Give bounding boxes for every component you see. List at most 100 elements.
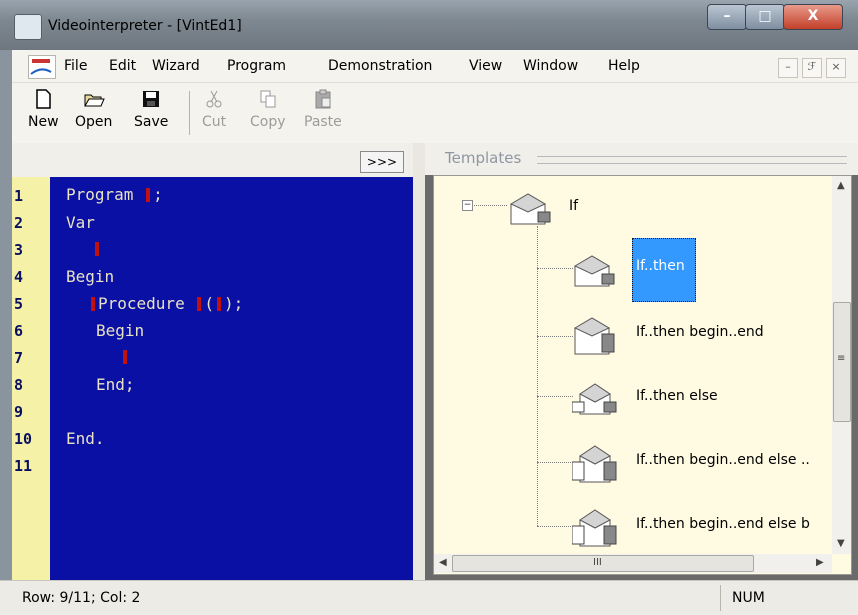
- window-frame: [0, 50, 12, 580]
- placeholder-marker[interactable]: [216, 297, 221, 311]
- scroll-left-icon[interactable]: ◀: [439, 557, 447, 568]
- code-keyword: Procedure: [98, 294, 185, 313]
- scroll-right-icon[interactable]: ▶: [816, 557, 824, 568]
- if-then-begin-end-else-begin-icon: [572, 509, 617, 547]
- expand-templates-button[interactable]: >>>: [360, 151, 404, 173]
- mdi-close-button[interactable]: ×: [826, 58, 846, 78]
- vertical-scrollbar[interactable]: ▲ ≡ ▼: [832, 176, 851, 554]
- line-number: 4: [14, 268, 24, 286]
- tree-line: [537, 526, 573, 527]
- placeholder-marker[interactable]: [123, 350, 127, 364]
- save-label: Save: [134, 114, 169, 130]
- code-line: End.: [66, 429, 105, 448]
- menu-edit[interactable]: Edit: [109, 58, 136, 74]
- save-disk-icon: [143, 91, 160, 107]
- tree-line: [471, 205, 507, 206]
- tree-line: [537, 336, 573, 337]
- new-button[interactable]: New: [28, 88, 59, 130]
- code-token: (: [204, 294, 214, 313]
- cursor-position: Row: 9/11; Col: 2: [22, 590, 141, 606]
- code-editor[interactable]: 1 2 3 4 5 6 7 8 9 10 11 Program ; Var Be…: [12, 177, 413, 580]
- if-then-begin-end-else-icon: [572, 445, 617, 483]
- menu-file[interactable]: File: [64, 58, 87, 74]
- menu-demonstration[interactable]: Demonstration: [328, 58, 432, 74]
- code-line: Program ;: [66, 185, 163, 204]
- mdi-minimize-button[interactable]: –: [778, 58, 798, 78]
- tree-node-if-then[interactable]: If..then: [636, 258, 685, 274]
- open-button[interactable]: Open: [75, 88, 112, 130]
- code-line: Begin: [66, 267, 114, 286]
- code-keyword: Program: [66, 185, 134, 204]
- tree-line: [537, 268, 573, 269]
- code-token: ;: [153, 185, 163, 204]
- code-token: );: [223, 294, 244, 313]
- mdi-restore-button[interactable]: ℱ: [802, 58, 822, 78]
- line-number: 8: [14, 376, 24, 394]
- pane-splitter[interactable]: [413, 143, 425, 580]
- new-label: New: [28, 114, 59, 130]
- close-button[interactable]: X: [783, 4, 843, 30]
- line-number: 6: [14, 322, 24, 340]
- tree-node-if-then-begin-end-else-b[interactable]: If..then begin..end else b: [636, 516, 810, 532]
- status-bar: Row: 9/11; Col: 2 NUM: [0, 580, 858, 615]
- document-icon[interactable]: [28, 55, 56, 79]
- tree-node-if-then-begin-end[interactable]: If..then begin..end: [636, 324, 764, 340]
- placeholder-marker[interactable]: [146, 188, 151, 202]
- line-number: 9: [14, 403, 24, 421]
- paste-label: Paste: [304, 114, 342, 130]
- new-file-icon: [36, 89, 52, 109]
- menu-program[interactable]: Program: [227, 58, 286, 74]
- tree-node-if-then-begin-end-else[interactable]: If..then begin..end else ..: [636, 452, 810, 468]
- line-number: 11: [14, 457, 33, 475]
- line-number: 10: [14, 430, 33, 448]
- maximize-button[interactable]: □: [745, 4, 785, 30]
- tree-node-if-then-else[interactable]: If..then else: [636, 388, 718, 404]
- tree-line: [537, 462, 573, 463]
- toolbar: New Open Save Cut Copy Paste: [12, 83, 858, 143]
- templates-grip[interactable]: [537, 156, 847, 164]
- collapse-toggle[interactable]: −: [462, 200, 473, 211]
- save-button[interactable]: Save: [134, 88, 168, 130]
- tree-line: [537, 396, 573, 397]
- paste-clipboard-icon: [315, 89, 331, 109]
- paste-button[interactable]: Paste: [304, 88, 342, 130]
- placeholder-marker[interactable]: [197, 297, 202, 311]
- templates-tree-panel: − If If..then If..then begin..end If..th…: [433, 175, 852, 575]
- cut-button[interactable]: Cut: [202, 88, 226, 130]
- placeholder-marker[interactable]: [91, 297, 95, 311]
- code-line: [120, 347, 130, 366]
- horizontal-scroll-thumb[interactable]: III: [452, 555, 754, 572]
- menu-window[interactable]: Window: [523, 58, 578, 74]
- template-tree[interactable]: − If If..then If..then begin..end If..th…: [434, 176, 832, 554]
- horizontal-scrollbar[interactable]: ◀ III ▶: [434, 554, 832, 573]
- scroll-up-icon[interactable]: ▲: [837, 180, 845, 191]
- if-then-icon: [573, 255, 615, 287]
- templates-title: Templates: [445, 149, 522, 167]
- code-keyword: End;: [96, 375, 135, 394]
- grip-icon: ≡: [837, 353, 846, 364]
- cut-label: Cut: [202, 114, 227, 130]
- line-number: 5: [14, 295, 24, 313]
- code-line: Procedure ();: [88, 294, 243, 313]
- line-number: 7: [14, 349, 24, 367]
- placeholder-marker[interactable]: [95, 242, 99, 256]
- tree-node-if[interactable]: If: [569, 198, 578, 214]
- open-folder-icon: [83, 94, 105, 107]
- line-number: 1: [14, 187, 24, 205]
- line-number: 3: [14, 241, 24, 259]
- copy-button[interactable]: Copy: [250, 88, 286, 130]
- code-line: Begin: [96, 321, 144, 340]
- minimize-button[interactable]: –: [707, 4, 747, 30]
- app-icon: [14, 14, 42, 40]
- scroll-down-icon[interactable]: ▼: [837, 538, 845, 549]
- vertical-scroll-thumb[interactable]: ≡: [833, 302, 851, 422]
- menu-view[interactable]: View: [469, 58, 502, 74]
- code-keyword: Begin: [66, 267, 115, 286]
- code-line: End;: [96, 375, 135, 394]
- menu-wizard[interactable]: Wizard: [152, 58, 200, 74]
- menu-help[interactable]: Help: [608, 58, 640, 74]
- open-label: Open: [75, 114, 113, 130]
- code-line: Var: [66, 213, 95, 232]
- if-block-icon: [509, 193, 551, 225]
- title-bar[interactable]: Videointerpreter - [VintEd1] – □ X: [0, 0, 858, 50]
